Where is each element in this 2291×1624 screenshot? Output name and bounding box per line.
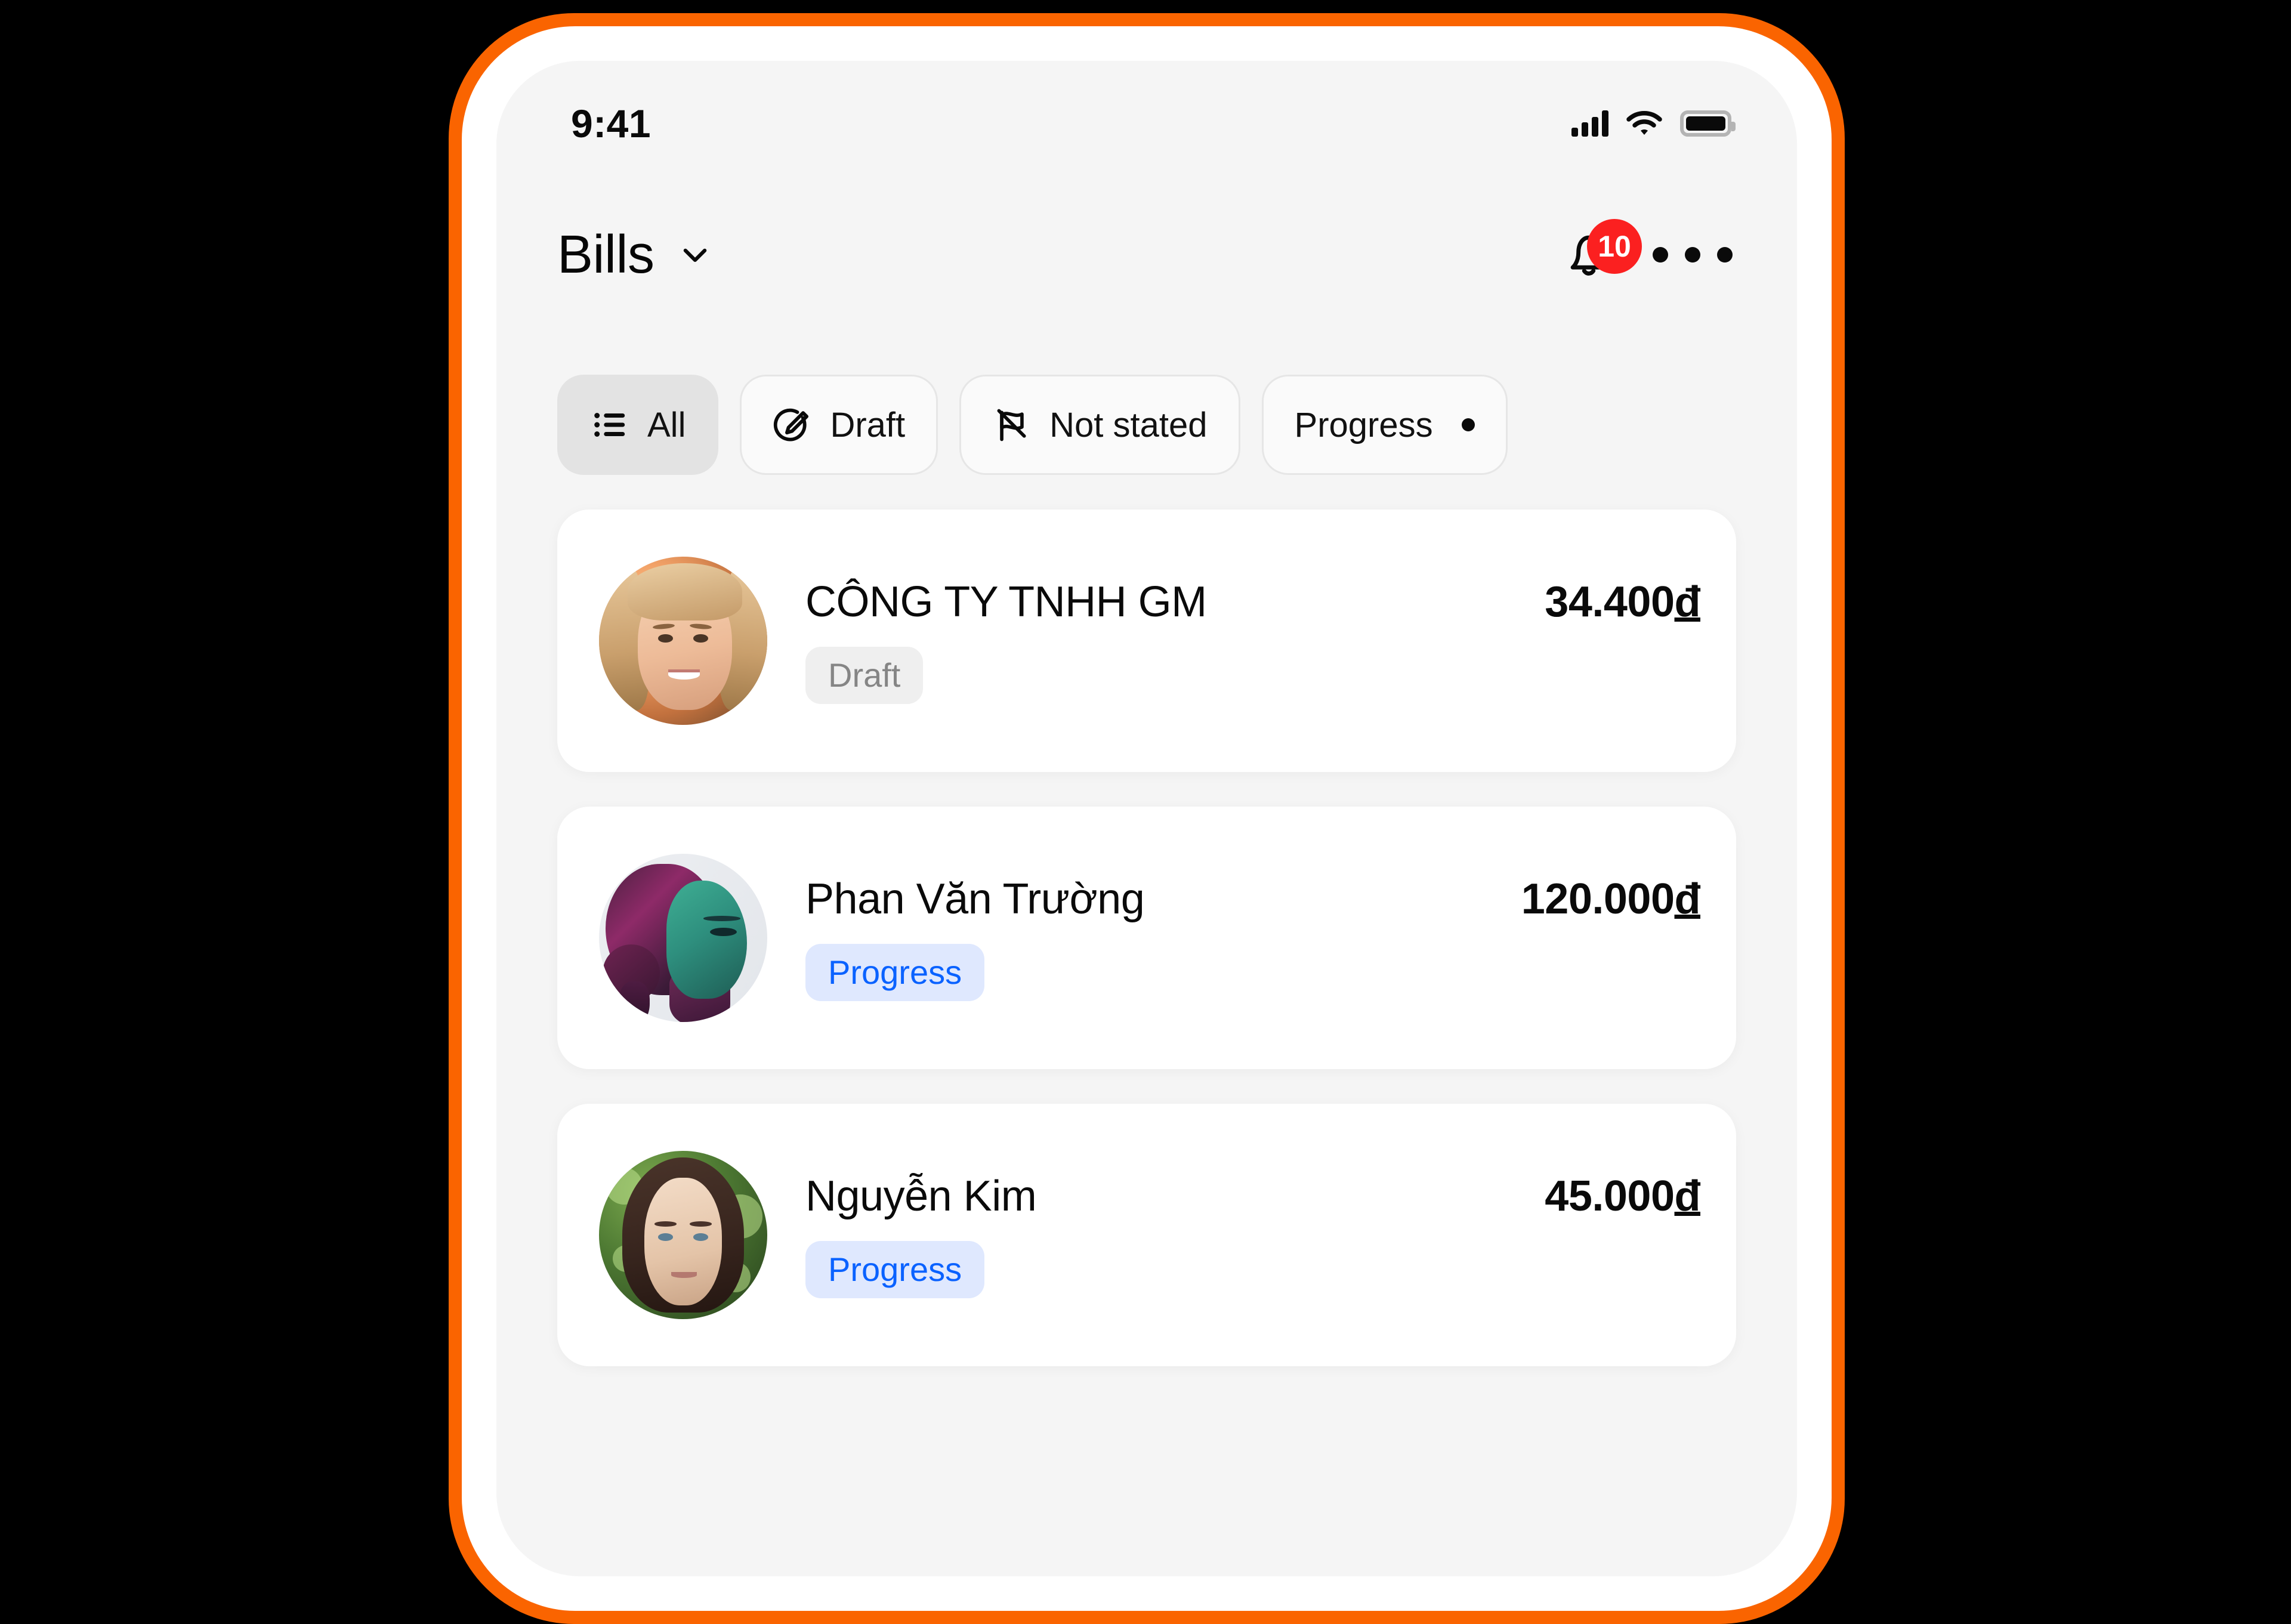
circle-pencil-icon	[773, 405, 812, 444]
filter-chip-progress[interactable]: Progress	[1261, 375, 1508, 475]
bill-party-name: Nguyễn Kim	[805, 1172, 1037, 1220]
avatar	[599, 557, 767, 725]
bill-body: Nguyễn Kim 45.000đ Progress	[767, 1172, 1701, 1298]
cellular-signal-icon	[1571, 110, 1608, 137]
filter-chip-label: Progress	[1294, 405, 1433, 444]
wifi-icon	[1626, 110, 1662, 135]
bill-body: Phan Văn Trường 120.000đ Progress	[767, 875, 1701, 1001]
bill-body: CÔNG TY TNHH GM 34.400đ Draft	[767, 578, 1701, 704]
more-dot	[1653, 247, 1668, 263]
filter-chip-label: Not stated	[1049, 405, 1208, 444]
page-title: Bills	[557, 224, 654, 285]
status-badge: Progress	[805, 1241, 985, 1298]
filter-chip-draft[interactable]: Draft	[740, 375, 938, 475]
avatar	[599, 1151, 767, 1319]
status-dot-icon	[1461, 418, 1475, 431]
bill-top-row: CÔNG TY TNHH GM 34.400đ	[805, 578, 1701, 626]
more-dot	[1717, 247, 1733, 263]
bill-top-row: Nguyễn Kim 45.000đ	[805, 1172, 1701, 1221]
more-options-button[interactable]	[1653, 235, 1733, 274]
filter-chip-row[interactable]: All Draft Not stated Progress	[496, 353, 1797, 496]
bill-amount: 45.000đ	[1545, 1172, 1700, 1220]
page-title-dropdown[interactable]: Bills	[557, 224, 717, 286]
status-badge: Draft	[805, 647, 924, 704]
list-bullet-icon	[590, 405, 629, 444]
status-bar-time: 9:41	[571, 101, 652, 146]
flag-off-icon	[992, 405, 1032, 444]
phone-device-frame: 9:41 Bills 10 All Draft Not stated Progr…	[449, 13, 1845, 1624]
header-actions: 10	[1561, 219, 1733, 285]
battery-full-icon	[1680, 110, 1736, 137]
bill-list: CÔNG TY TNHH GM 34.400đ Draft Phan Văn T…	[496, 510, 1797, 1576]
phone-bezel: 9:41 Bills 10 All Draft Not stated Progr…	[462, 26, 1832, 1611]
filter-chip-all[interactable]: All	[557, 375, 719, 475]
filter-chip-label: Draft	[830, 405, 906, 444]
status-badge: Progress	[805, 944, 985, 1001]
phone-screen: 9:41 Bills 10 All Draft Not stated Progr…	[496, 61, 1797, 1576]
chevron-down-icon	[683, 248, 706, 263]
filter-chip-not-stated[interactable]: Not stated	[959, 375, 1240, 475]
bill-top-row: Phan Văn Trường 120.000đ	[805, 875, 1701, 924]
bill-card[interactable]: Nguyễn Kim 45.000đ Progress	[557, 1104, 1736, 1366]
filter-chip-label: All	[647, 405, 686, 444]
notification-badge: 10	[1587, 219, 1642, 274]
bill-card[interactable]: Phan Văn Trường 120.000đ Progress	[557, 807, 1736, 1069]
status-bar: 9:41	[496, 85, 1797, 162]
bill-amount: 120.000đ	[1521, 875, 1701, 923]
notifications-button[interactable]: 10	[1561, 219, 1642, 285]
status-bar-icons	[1571, 110, 1736, 137]
more-dot	[1685, 247, 1700, 263]
bill-card[interactable]: CÔNG TY TNHH GM 34.400đ Draft	[557, 510, 1736, 772]
bill-party-name: CÔNG TY TNHH GM	[805, 578, 1207, 626]
avatar	[599, 854, 767, 1022]
bill-party-name: Phan Văn Trường	[805, 875, 1145, 923]
app-header: Bills 10	[496, 204, 1797, 305]
bill-amount: 34.400đ	[1545, 578, 1700, 626]
